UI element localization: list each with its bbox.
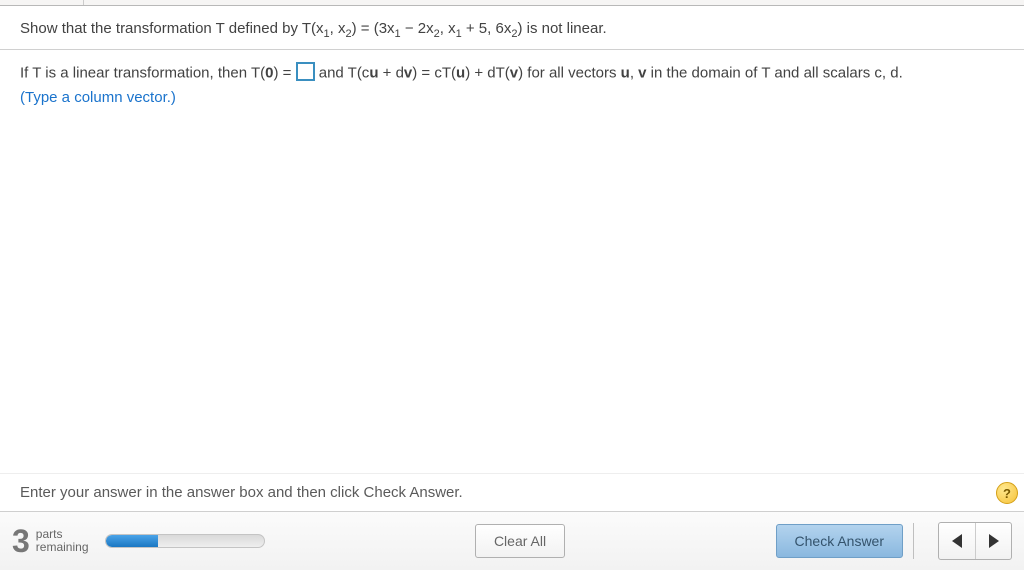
- w-bold: v: [404, 64, 412, 81]
- q-text: Show that the transformation T defined b…: [20, 20, 324, 37]
- q-text: ) is not linear.: [517, 20, 606, 37]
- nav-group: [938, 522, 1012, 560]
- answer-input[interactable]: [296, 62, 315, 81]
- work-area: If T is a linear transformation, then T(…: [0, 50, 1024, 120]
- w-text: ) + dT(: [465, 64, 510, 81]
- w-text: + d: [378, 64, 403, 81]
- progress-bar: [105, 534, 265, 548]
- w-bold: v: [638, 64, 646, 81]
- parts-count: 3: [12, 527, 30, 556]
- w-text: ) =: [273, 64, 295, 81]
- remaining-label: remaining: [36, 541, 89, 554]
- w-text: If T is a linear transformation, then T(: [20, 64, 265, 81]
- w-bold: u: [621, 64, 630, 81]
- prev-button[interactable]: [939, 523, 975, 559]
- q-text: , x: [440, 20, 456, 37]
- w-text: ,: [630, 64, 638, 81]
- top-divider: [0, 0, 1024, 6]
- check-answer-button[interactable]: Check Answer: [776, 524, 903, 558]
- q-text: , x: [330, 20, 346, 37]
- instruction-row: Enter your answer in the answer box and …: [0, 473, 1024, 511]
- footer: Enter your answer in the answer box and …: [0, 473, 1024, 570]
- controls-row: 3 parts remaining Clear All Check Answer: [0, 511, 1024, 570]
- w-text: ) for all vectors: [518, 64, 621, 81]
- w-text: and T(c: [315, 64, 370, 81]
- separator: [913, 523, 914, 559]
- property-text: If T is a linear transformation, then T(…: [20, 64, 1004, 83]
- q-text: ) = (3x: [352, 20, 395, 37]
- w-bold: u: [456, 64, 465, 81]
- next-button[interactable]: [975, 523, 1011, 559]
- w-text: ) = cT(: [412, 64, 456, 81]
- q-text: + 5, 6x: [462, 20, 512, 37]
- q-text: − 2x: [401, 20, 434, 37]
- hint-text: (Type a column vector.): [20, 89, 1004, 106]
- parts-labels: parts remaining: [36, 528, 89, 554]
- triangle-left-icon: [952, 534, 962, 548]
- w-text: in the domain of T and all scalars c, d.: [647, 64, 903, 81]
- triangle-right-icon: [989, 534, 999, 548]
- instruction-text: Enter your answer in the answer box and …: [20, 484, 463, 501]
- w-bold: v: [510, 64, 518, 81]
- question-text: Show that the transformation T defined b…: [0, 6, 1024, 50]
- progress-fill: [106, 535, 158, 547]
- clear-all-button[interactable]: Clear All: [475, 524, 565, 558]
- help-icon: ?: [1003, 486, 1011, 501]
- help-button[interactable]: ?: [996, 482, 1018, 504]
